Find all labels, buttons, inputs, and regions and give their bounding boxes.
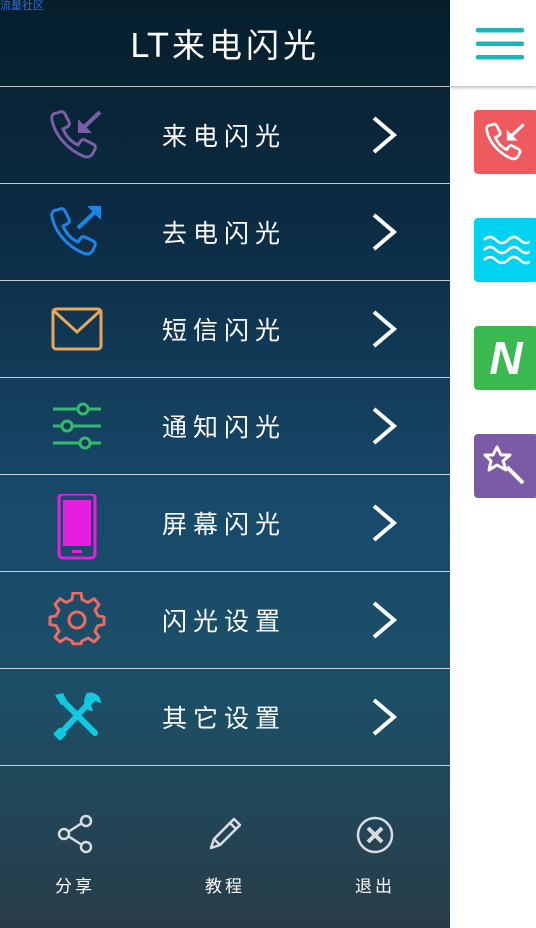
tile-n[interactable]: N [474,326,536,390]
outgoing-call-icon [47,204,107,260]
drawer-bottom-bar: 分享 教程 退出 [0,800,450,910]
menu-item-notification-flash[interactable]: 通知闪光 [0,378,450,475]
tile-waves[interactable] [474,218,536,282]
menu-item-label: 来电闪光 [161,122,286,151]
share-label: 分享 [55,877,95,897]
sliders-icon [47,398,107,454]
menu-item-flash-settings[interactable]: 闪光设置 [0,572,450,669]
menu-item-label: 去电闪光 [161,219,286,248]
incoming-call-icon [485,122,525,161]
chevron-right-icon [372,601,398,639]
share-icon [57,814,93,854]
phone-screen-icon [47,494,107,560]
menu-item-label: 通知闪光 [161,413,286,442]
chevron-right-icon [372,698,398,736]
close-circle-icon [356,816,394,854]
pencil-icon [209,817,242,850]
tutorial-label: 教程 [205,877,245,897]
n-letter-icon: N [489,332,523,384]
waves-icon [483,235,530,265]
exit-button[interactable]: 退出 [325,814,425,897]
menu-item-label: 短信闪光 [161,316,286,345]
gear-icon [47,592,107,648]
incoming-call-icon [47,107,107,163]
chevron-right-icon [372,310,398,348]
drawer-menu: 来电闪光 去电闪光 短信闪光 通知闪光 屏幕闪光 闪光设置 其它设置 [0,86,450,766]
menu-item-label: 闪光设置 [161,607,286,636]
tools-icon [47,689,107,745]
hamburger-icon[interactable] [476,27,524,61]
chevron-right-icon [372,407,398,445]
menu-item-screen-flash[interactable]: 屏幕闪光 [0,475,450,572]
envelope-icon [47,301,107,357]
menu-item-other-settings[interactable]: 其它设置 [0,669,450,766]
tile-incoming-call[interactable] [474,110,536,174]
menu-item-outgoing-flash[interactable]: 去电闪光 [0,184,450,281]
menu-item-incoming-flash[interactable]: 来电闪光 [0,87,450,184]
app-header [450,0,536,86]
navigation-drawer: LT来电闪光 来电闪光 去电闪光 短信闪光 通知闪光 屏幕闪光 闪光设置 其它设… [0,0,450,928]
chevron-right-icon [372,116,398,154]
drawer-title: LT来电闪光 [130,26,320,65]
tile-magic-wand[interactable] [474,434,536,498]
chevron-right-icon [372,504,398,542]
status-overlay-text: 流量社区 [0,0,44,12]
menu-item-label: 其它设置 [161,704,286,733]
chevron-right-icon [372,213,398,251]
share-button[interactable]: 分享 [25,814,125,897]
magic-wand-icon [483,445,525,485]
menu-item-label: 屏幕闪光 [161,510,286,539]
main-content-peek: N [450,0,536,928]
menu-item-sms-flash[interactable]: 短信闪光 [0,281,450,378]
tutorial-button[interactable]: 教程 [175,814,275,897]
exit-label: 退出 [355,877,395,897]
